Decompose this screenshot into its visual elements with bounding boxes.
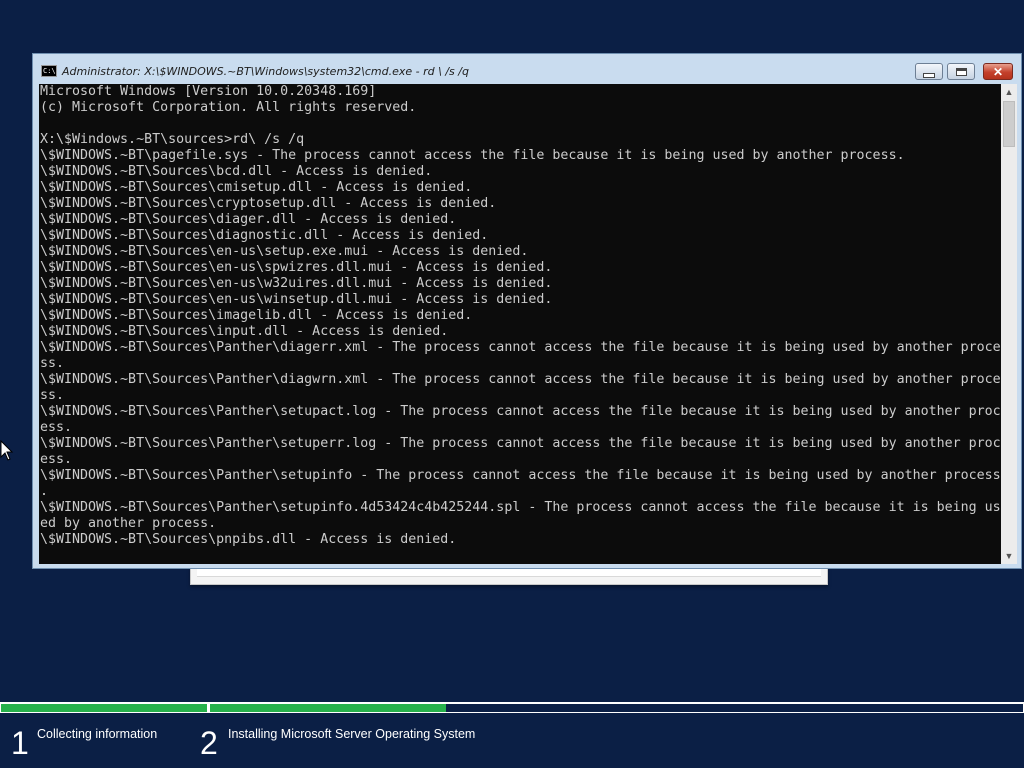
console-line: \$WINDOWS.~BT\Sources\diagnostic.dll - A…	[40, 228, 489, 243]
step-1-label: Collecting information	[37, 727, 158, 741]
console-line: \$WINDOWS.~BT\Sources\en-us\winsetup.dll…	[40, 292, 553, 307]
step-2-label: Installing Microsoft Server Operating Sy…	[228, 727, 476, 741]
close-icon: ✕	[992, 64, 1004, 79]
mouse-pointer-icon	[0, 440, 14, 461]
console-line: \$WINDOWS.~BT\Sources\Panther\diagerr.xm…	[40, 340, 1001, 355]
console-line: (c) Microsoft Corporation. All rights re…	[40, 100, 417, 115]
scroll-thumb[interactable]	[1003, 101, 1015, 147]
console-line: ed by another process.	[40, 516, 217, 531]
window-title: Administrator: X:\$WINDOWS.~BT\Windows\s…	[62, 65, 469, 78]
console-line: \$WINDOWS.~BT\Sources\Panther\setuperr.l…	[40, 436, 1001, 451]
maximize-icon	[955, 67, 967, 76]
scroll-up-arrow-icon[interactable]: ▲	[1001, 84, 1017, 100]
console-line: \$WINDOWS.~BT\Sources\cryptosetup.dll - …	[40, 196, 497, 211]
console-line: X:\$Windows.~BT\sources>rd\ /s /q	[40, 132, 305, 147]
console-line: ss.	[40, 388, 65, 403]
cmd-app-icon[interactable]: C:\	[41, 65, 57, 77]
console-line: ess.	[40, 452, 73, 467]
close-button[interactable]: ✕	[983, 63, 1013, 80]
progress-step1-fill	[1, 704, 207, 712]
console-line: \$WINDOWS.~BT\Sources\Panther\diagwrn.xm…	[40, 372, 1001, 387]
console-line: ess.	[40, 420, 73, 435]
title-bar[interactable]: C:\ Administrator: X:\$WINDOWS.~BT\Windo…	[33, 54, 1021, 84]
console-line: \$WINDOWS.~BT\Sources\en-us\spwizres.dll…	[40, 260, 553, 275]
console-line: .	[40, 484, 49, 499]
console-text: Microsoft Windows [Version 10.0.20348.16…	[40, 84, 1001, 548]
vertical-scrollbar[interactable]: ▲ ▼	[1001, 84, 1017, 564]
console-line: \$WINDOWS.~BT\Sources\Panther\setupinfo.…	[40, 500, 1001, 515]
console-line: \$WINDOWS.~BT\Sources\imagelib.dll - Acc…	[40, 308, 473, 323]
maximize-button[interactable]	[947, 63, 975, 80]
step-1-number: 1	[11, 725, 29, 761]
cmd-window: C:\ Administrator: X:\$WINDOWS.~BT\Windo…	[32, 53, 1022, 569]
step-2-number: 2	[200, 725, 218, 761]
console-line: Microsoft Windows [Version 10.0.20348.16…	[40, 84, 377, 99]
console-line: ss.	[40, 356, 65, 371]
console-line: \$WINDOWS.~BT\pagefile.sys - The process…	[40, 148, 905, 163]
console-line: \$WINDOWS.~BT\Sources\diager.dll - Acces…	[40, 212, 457, 227]
setup-progress-bar	[0, 702, 1024, 713]
console-line: \$WINDOWS.~BT\Sources\en-us\w32uires.dll…	[40, 276, 553, 291]
console-line: \$WINDOWS.~BT\Sources\input.dll - Access…	[40, 324, 449, 339]
progress-step2-fill	[210, 704, 446, 712]
console-line: \$WINDOWS.~BT\Sources\Panther\setupact.l…	[40, 404, 1001, 419]
minimize-button[interactable]	[915, 63, 943, 80]
console-line: \$WINDOWS.~BT\Sources\bcd.dll - Access i…	[40, 164, 433, 179]
console-line: \$WINDOWS.~BT\Sources\cmisetup.dll - Acc…	[40, 180, 473, 195]
minimize-icon	[923, 72, 935, 78]
scroll-down-arrow-icon[interactable]: ▼	[1001, 548, 1017, 564]
console-line: \$WINDOWS.~BT\Sources\pnpibs.dll - Acces…	[40, 532, 457, 547]
console-line: \$WINDOWS.~BT\Sources\Panther\setupinfo …	[40, 468, 1001, 483]
console-line: \$WINDOWS.~BT\Sources\en-us\setup.exe.mu…	[40, 244, 529, 259]
console-output[interactable]: Microsoft Windows [Version 10.0.20348.16…	[39, 84, 1001, 564]
